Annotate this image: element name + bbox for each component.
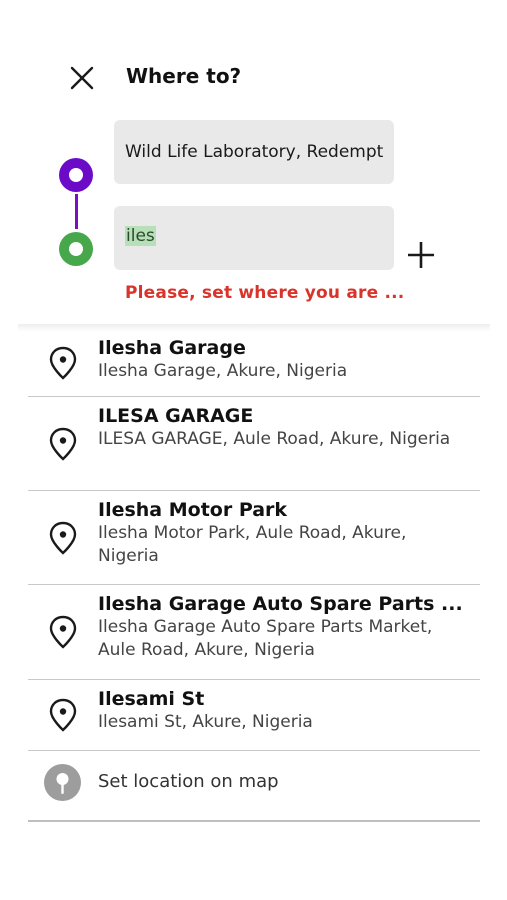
set-location-label: Set location on map: [98, 771, 279, 792]
result-name: Ilesha Garage: [98, 337, 246, 359]
list-item[interactable]: ILESA GARAGE ILESA GARAGE, Aule Road, Ak…: [28, 397, 480, 491]
result-address: ILESA GARAGE, Aule Road, Akure, Nigeria: [98, 429, 451, 449]
results-list: Ilesha Garage Ilesha Garage, Akure, Nige…: [28, 330, 480, 822]
result-name: ILESA GARAGE: [98, 405, 254, 427]
page-title: Where to?: [126, 64, 242, 88]
list-item[interactable]: Ilesha Motor Park Ilesha Motor Park, Aul…: [28, 491, 480, 585]
result-name: Ilesha Motor Park: [98, 499, 288, 521]
result-address: Ilesami St, Akure, Nigeria: [98, 712, 313, 732]
result-address: Ilesha Garage Auto Spare Parts Market, A…: [98, 617, 433, 660]
destination-input[interactable]: iles: [125, 226, 156, 246]
origin-marker-icon: [59, 158, 93, 192]
set-location-on-map-button[interactable]: Set location on map: [28, 751, 480, 822]
route-connector: [75, 194, 78, 229]
map-pin-icon: [49, 427, 77, 461]
destination-field[interactable]: iles: [114, 206, 394, 270]
map-pin-icon: [49, 346, 77, 380]
close-button[interactable]: [66, 62, 98, 94]
list-item[interactable]: Ilesha Garage Ilesha Garage, Akure, Nige…: [28, 330, 480, 397]
map-pin-filled-icon: [44, 764, 81, 801]
map-pin-icon: [49, 698, 77, 732]
origin-input[interactable]: [114, 120, 394, 184]
plus-icon: [408, 242, 434, 268]
result-name: Ilesami St: [98, 688, 205, 710]
close-icon: [70, 66, 94, 90]
origin-field[interactable]: [114, 120, 394, 184]
result-address: Ilesha Garage, Akure, Nigeria: [98, 361, 348, 381]
list-item[interactable]: Ilesami St Ilesami St, Akure, Nigeria: [28, 680, 480, 751]
destination-marker-icon: [59, 232, 93, 266]
map-pin-icon: [49, 521, 77, 555]
search-header: Where to? iles Please, set where you are…: [0, 0, 507, 330]
result-address: Ilesha Motor Park, Aule Road, Akure, Nig…: [98, 523, 407, 566]
list-item[interactable]: Ilesha Garage Auto Spare Parts ... Ilesh…: [28, 585, 480, 680]
map-pin-icon: [49, 615, 77, 649]
add-stop-button[interactable]: [405, 239, 437, 271]
error-message: Please, set where you are ...: [125, 283, 405, 303]
result-name: Ilesha Garage Auto Spare Parts ...: [98, 593, 463, 615]
